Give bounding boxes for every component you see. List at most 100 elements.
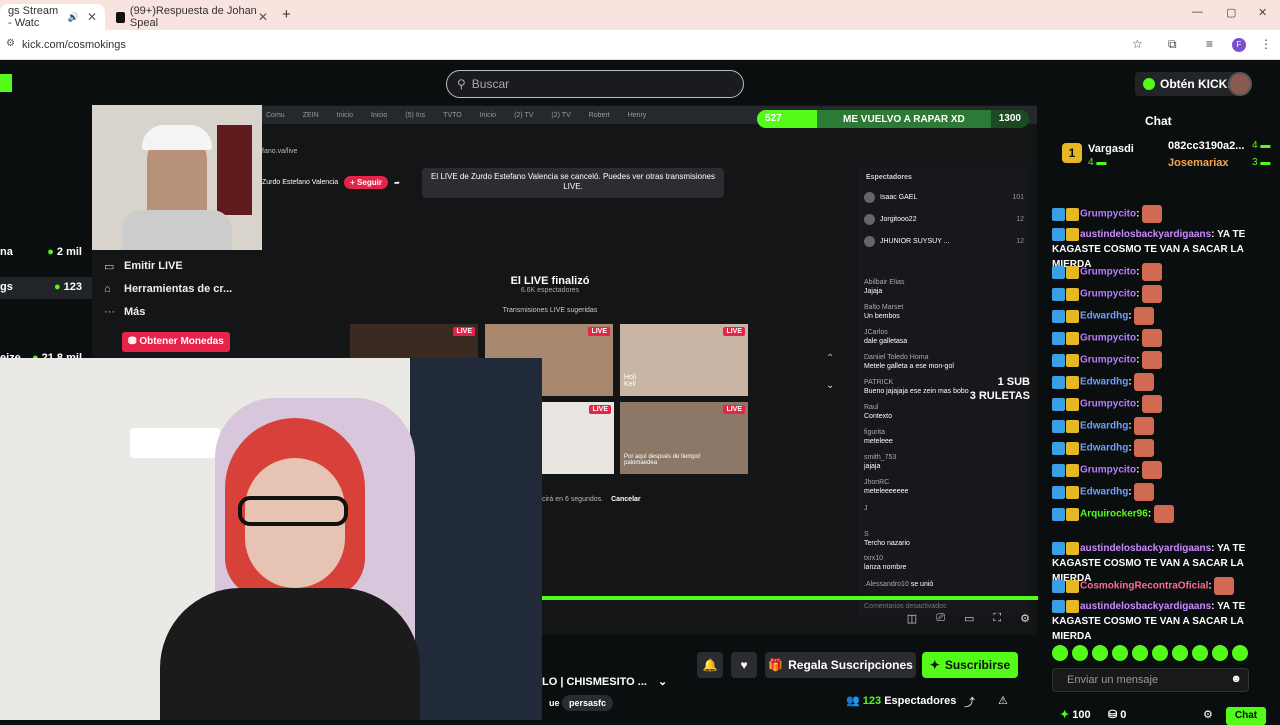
emoji-icon[interactable]: ☻ — [1230, 673, 1242, 685]
viewer-count: 👥 123 Espectadores — [846, 695, 957, 707]
kicks-balance[interactable]: ✦ 100 — [1060, 708, 1091, 721]
chat-username[interactable]: CosmokingRecontraOficial — [1080, 581, 1208, 592]
embedded-chat-line: S Tercho nazario — [864, 531, 910, 547]
chat-message: Edwardhg: — [1052, 373, 1274, 391]
profile-avatar[interactable]: F — [1232, 38, 1246, 52]
clip-icon[interactable]: ⎚ — [936, 612, 945, 628]
chat-message: Edwardhg: — [1052, 439, 1274, 457]
pip-icon[interactable]: ◫ — [907, 612, 917, 628]
points-balance[interactable]: ⛁ 0 — [1108, 708, 1126, 721]
more-dots-icon: ··· — [104, 306, 115, 318]
crown-icon — [1066, 265, 1079, 279]
user-avatar[interactable] — [1228, 72, 1252, 96]
crown-icon — [1066, 397, 1079, 411]
get-coins-button[interactable]: ⛃ Obtener Monedas — [122, 332, 230, 352]
chat-username[interactable]: Grumpycito — [1080, 399, 1136, 410]
chat-username[interactable]: Arquirocker96 — [1080, 509, 1148, 520]
get-kicks-button[interactable]: Obtén KICKs — [1135, 72, 1243, 96]
chat-username[interactable]: Grumpycito — [1080, 333, 1136, 344]
menu-go-live[interactable]: Emitir LIVE — [124, 260, 183, 272]
browser-tab[interactable]: (99+)Respuesta de Johan Speal ✕ — [108, 4, 276, 30]
chat-username[interactable]: austindelosbackyardigaans — [1080, 229, 1211, 240]
url-field[interactable]: kick.com/cosmokings — [22, 39, 126, 51]
chevron-down-icon: ⌄ — [658, 676, 668, 688]
chat-username[interactable]: Edwardhg — [1080, 443, 1128, 454]
media-icon[interactable]: ≡ — [1206, 37, 1213, 51]
home-icon: ⌂ — [104, 283, 111, 295]
chat-username[interactable]: Edwardhg — [1080, 421, 1128, 432]
close-tab-icon[interactable]: ✕ — [258, 10, 268, 24]
tab-label: gs Stream - Watc — [8, 5, 59, 29]
chat-username[interactable]: Grumpycito — [1080, 289, 1136, 300]
leader-name[interactable]: Vargasdi — [1088, 143, 1134, 155]
notifications-button[interactable]: 🔔 — [697, 652, 723, 678]
goal-target: 1300 — [990, 110, 1029, 128]
badge-icon — [1052, 485, 1065, 499]
embedded-chat-line: Balto Marset Un bembos — [864, 304, 904, 320]
chat-username[interactable]: austindelosbackyardigaans — [1080, 601, 1211, 612]
chat-username[interactable]: Grumpycito — [1080, 465, 1136, 476]
embedded-ended-viewers: 6.6K espectadores — [520, 287, 580, 294]
player-controls: ◫ ⎚ ▭ ⛶ ⚙ — [870, 612, 1030, 628]
badge-icon — [1052, 353, 1065, 367]
sidebar-channel-active[interactable]: gs ● 123 — [0, 277, 92, 299]
emote-icon — [1142, 329, 1163, 347]
chat-settings-icon[interactable]: ⚙ — [1203, 708, 1213, 721]
embedded-tab: Inicio — [370, 111, 388, 119]
sidebar-channel[interactable]: na ● 2 mil — [0, 246, 92, 258]
stream-tag[interactable]: persasfc — [562, 695, 614, 711]
new-tab-button[interactable]: + — [282, 6, 291, 23]
chat-message: Grumpycito: — [1052, 461, 1274, 479]
chat-leaderboard: 1 Vargasdi 4 ▬ 082cc3190a2... 4 ▬ Josema… — [1038, 135, 1280, 175]
viewers-header: Espectadores — [866, 174, 912, 181]
more-icon[interactable]: ⋮ — [1260, 37, 1272, 51]
chat-messages: Grumpycito: austindelosbackyardigaans: Y… — [1038, 205, 1280, 642]
chat-username[interactable]: Grumpycito — [1080, 209, 1136, 220]
favorite-button[interactable]: ♥ — [731, 652, 757, 678]
chat-username[interactable]: Grumpycito — [1080, 355, 1136, 366]
chat-username[interactable]: Edwardhg — [1080, 487, 1128, 498]
minimize-icon[interactable]: — — [1192, 6, 1203, 18]
embedded-tab: ZEIN — [302, 111, 319, 119]
maximize-icon[interactable]: ▢ — [1226, 6, 1236, 19]
fullscreen-icon[interactable]: ⛶ — [993, 612, 1001, 628]
theater-icon[interactable]: ▭ — [964, 612, 974, 628]
embedded-tab: Henry — [627, 111, 647, 119]
channel-name: gs — [0, 281, 13, 293]
chat-input[interactable]: Enviar un mensaje ☻ — [1052, 668, 1249, 692]
leader-count: 3 ▬ — [1252, 157, 1271, 168]
speaker-icon[interactable]: 🔊 — [68, 12, 79, 23]
extensions-icon[interactable]: ⧉ — [1168, 37, 1177, 52]
chat-send-button[interactable]: Chat — [1226, 707, 1266, 725]
search-input[interactable]: ⚲ Buscar — [446, 70, 744, 98]
close-window-icon[interactable]: ✕ — [1258, 6, 1267, 19]
emote-bar — [1052, 645, 1274, 663]
emote-icon — [1153, 505, 1174, 523]
subscribe-button[interactable]: ✦ Suscribirse — [922, 652, 1018, 678]
leader-count: 4 ▬ — [1088, 157, 1107, 168]
chat-username[interactable]: Edwardhg — [1080, 311, 1128, 322]
settings-icon[interactable]: ⚙ — [1020, 612, 1030, 628]
chat-username[interactable]: Edwardhg — [1080, 377, 1128, 388]
emote-icon — [1142, 205, 1163, 223]
leader-name[interactable]: Josemariax — [1168, 157, 1229, 169]
share-icon[interactable]: ⤴ — [964, 694, 975, 710]
tiktok-icon — [116, 11, 125, 23]
star-icon[interactable]: ☆ — [1132, 37, 1143, 51]
report-icon[interactable]: ⚠ — [998, 694, 1008, 707]
site-settings-icon[interactable]: ⚙ — [6, 38, 15, 49]
scroll-up-icon: ⌃ — [826, 353, 835, 364]
chat-message: Edwardhg: — [1052, 307, 1274, 325]
browser-tab-active[interactable]: gs Stream - Watc 🔊 ✕ — [0, 4, 105, 30]
menu-more[interactable]: Más — [124, 306, 145, 318]
chat-username[interactable]: Grumpycito — [1080, 267, 1136, 278]
kick-logo[interactable] — [0, 74, 12, 92]
leader-name[interactable]: 082cc3190a2... — [1168, 140, 1244, 152]
menu-creator-tools[interactable]: Herramientas de cr... — [124, 283, 232, 295]
close-tab-icon[interactable]: ✕ — [87, 10, 97, 24]
badge-icon — [1052, 397, 1065, 411]
chat-username[interactable]: austindelosbackyardigaans — [1080, 543, 1211, 554]
rank-badge: 1 — [1062, 143, 1082, 163]
gift-subs-button[interactable]: 🎁 Regala Suscripciones — [765, 652, 916, 678]
goal-current: 527 — [757, 110, 817, 128]
